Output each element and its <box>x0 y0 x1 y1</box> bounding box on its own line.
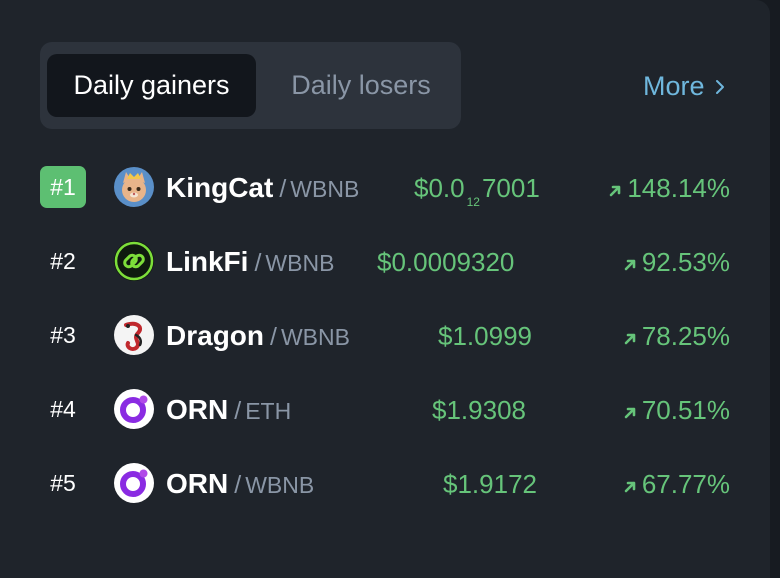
orn-icon <box>114 463 154 503</box>
dragon-icon <box>114 315 154 355</box>
table-row[interactable]: #1 KingCat / WBNB $0.0 127001 148.14% <box>0 150 770 224</box>
rank-badge: #1 <box>40 166 86 208</box>
token-price: $1.9308 <box>432 392 526 428</box>
tab-daily-losers[interactable]: Daily losers <box>268 54 454 117</box>
token-symbol: LinkFi <box>166 246 249 277</box>
price-main: $0.0009320 <box>377 247 515 277</box>
top-movers-card: Daily gainers Daily losers More #1 KingC… <box>0 0 770 578</box>
pair-separator: / <box>270 323 277 351</box>
quote-symbol: WBNB <box>245 472 315 498</box>
price-change: 78.25% <box>624 318 730 354</box>
price-main: $0.0 <box>414 173 465 203</box>
kingcat-icon <box>114 167 154 207</box>
price-change: 70.51% <box>624 392 730 428</box>
price-change: 92.53% <box>624 244 730 280</box>
more-label: More <box>643 71 705 101</box>
token-price: $0.0009320 <box>377 244 514 280</box>
rank-badge: #5 <box>50 470 76 496</box>
table-row[interactable]: #3 Dragon / WBNB $1.0999 78.25% <box>0 298 770 372</box>
token-price: $1.0999 <box>438 318 532 354</box>
price-change-value: 92.53% <box>641 247 730 277</box>
price-change-value: 148.14% <box>627 173 730 203</box>
orn-icon <box>114 389 154 429</box>
pair-name[interactable]: ORN / WBNB <box>166 466 314 502</box>
rank-badge: #2 <box>50 248 76 274</box>
token-price: $1.9172 <box>443 466 537 502</box>
pair-separator: / <box>234 471 242 499</box>
tab-daily-gainers[interactable]: Daily gainers <box>47 54 256 117</box>
price-change-value: 78.25% <box>641 321 730 351</box>
token-symbol: Dragon <box>166 320 264 351</box>
price-main: $1.9308 <box>432 395 526 425</box>
table-row[interactable]: #2 LinkFi / WBNB $0.0009320 92.53% <box>0 224 770 298</box>
price-change: 67.77% <box>624 466 730 502</box>
more-link[interactable]: More <box>643 66 725 106</box>
arrow-up-right-icon <box>624 318 636 354</box>
chevron-right-icon <box>715 66 725 106</box>
table-row[interactable]: #4 ORN / ETH $1.9308 70.51% <box>0 372 770 446</box>
pair-separator: / <box>234 397 242 425</box>
price-change: 148.14% <box>609 170 730 206</box>
price-change-value: 70.51% <box>641 395 730 425</box>
pair-name[interactable]: Dragon / WBNB <box>166 318 350 354</box>
pair-separator: / <box>279 175 287 203</box>
rank-badge: #3 <box>50 322 76 348</box>
pair-name[interactable]: KingCat / WBNB <box>166 170 359 206</box>
arrow-up-right-icon <box>624 466 636 502</box>
token-price: $0.0 127001 <box>414 170 540 209</box>
linkfi-icon <box>114 241 154 281</box>
rank-badge: #4 <box>50 396 76 422</box>
price-main: $1.0999 <box>438 321 532 351</box>
pair-name[interactable]: ORN / ETH <box>166 392 291 428</box>
arrow-up-right-icon <box>624 244 636 280</box>
table-row[interactable]: #5 ORN / WBNB $1.9172 67.77% <box>0 446 770 520</box>
quote-symbol: WBNB <box>280 324 350 350</box>
token-symbol: ORN <box>166 394 229 425</box>
quote-symbol: WBNB <box>290 176 360 202</box>
tab-switcher: Daily gainers Daily losers <box>40 42 461 129</box>
token-symbol: ORN <box>166 468 229 499</box>
price-zero-count: 12 <box>466 195 480 209</box>
arrow-up-right-icon <box>624 392 636 428</box>
quote-symbol: WBNB <box>265 250 335 276</box>
token-symbol: KingCat <box>166 172 274 203</box>
pair-name[interactable]: LinkFi / WBNB <box>166 244 334 280</box>
price-tail: 7001 <box>481 173 540 203</box>
price-change-value: 67.77% <box>641 469 730 499</box>
arrow-up-right-icon <box>609 170 621 206</box>
price-main: $1.9172 <box>443 469 537 499</box>
pair-separator: / <box>254 249 262 277</box>
quote-symbol: ETH <box>245 398 292 424</box>
